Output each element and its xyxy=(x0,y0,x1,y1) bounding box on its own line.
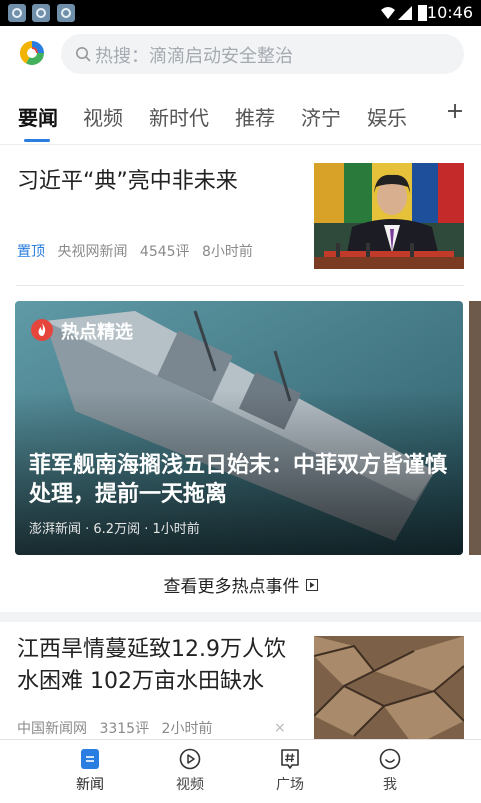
dismiss-news-button[interactable]: × xyxy=(274,720,286,736)
news-item[interactable]: 江西旱情蔓延致12.9万人饮水困难 102万亩水田缺水 中国新闻网 3315评 … xyxy=(0,622,481,739)
divider xyxy=(16,285,464,286)
nav-label: 广场 xyxy=(276,777,304,793)
comment-count: 4545评 xyxy=(139,244,190,260)
status-time: 10:46 xyxy=(426,3,473,22)
notification-app-icon xyxy=(8,4,26,22)
news-title[interactable]: 习近平“典”亮中非未来 xyxy=(17,163,238,195)
news-source: 央视网新闻 xyxy=(57,244,128,260)
nav-news[interactable]: 新闻 xyxy=(50,748,130,794)
section-separator xyxy=(0,612,481,622)
hot-news-card[interactable]: 热点精选 菲军舰南海搁浅五日始末：中菲双方皆谨慎处理，提前一天拖离 澎湃新闻 ·… xyxy=(15,301,463,555)
nav-label: 新闻 xyxy=(76,777,104,793)
app-logo-icon[interactable] xyxy=(18,39,46,67)
news-thumbnail[interactable] xyxy=(314,636,464,739)
search-bar[interactable]: 热搜：滴滴启动安全整治 xyxy=(61,34,464,74)
nav-plaza[interactable]: 广场 xyxy=(250,748,330,794)
news-item-top[interactable]: 习近平“典”亮中非未来 置顶 央视网新闻 4545评 8小时前 xyxy=(0,145,481,286)
more-hot-events-label: 查看更多热点事件 xyxy=(163,577,300,597)
category-tabs: 要闻 视频 新时代 推荐 济宁 娱乐 xyxy=(0,96,481,145)
flame-icon xyxy=(31,319,53,341)
hot-news-meta: 澎湃新闻 · 6.2万阅 · 1小时前 xyxy=(29,522,200,537)
hot-news-title[interactable]: 菲军舰南海搁浅五日始末：中菲双方皆谨慎处理，提前一天拖离 xyxy=(29,451,451,509)
bottom-nav: 新闻 视频 广场 我 xyxy=(0,739,481,803)
news-meta: 置顶 央视网新闻 4545评 8小时前 xyxy=(17,241,253,261)
tab-yaowen[interactable]: 要闻 xyxy=(18,102,58,131)
news-time: 2小时前 xyxy=(161,721,213,737)
hot-badge-label: 热点精选 xyxy=(61,322,133,343)
tab-entertainment[interactable]: 娱乐 xyxy=(367,102,407,131)
news-meta: 中国新闻网 3315评 2小时前 xyxy=(17,718,212,738)
arrow-right-icon xyxy=(305,578,318,591)
more-hot-events-link[interactable]: 查看更多热点事件 xyxy=(0,572,481,602)
news-title[interactable]: 江西旱情蔓延致12.9万人饮水困难 102万亩水田缺水 xyxy=(17,634,301,698)
news-thumbnail[interactable] xyxy=(314,163,464,269)
next-hot-card-peek[interactable] xyxy=(469,301,481,555)
nav-video[interactable]: 视频 xyxy=(150,748,230,794)
news-icon xyxy=(81,749,99,769)
active-tab-indicator xyxy=(24,139,50,142)
hash-icon xyxy=(281,749,299,769)
play-icon xyxy=(179,748,201,770)
tab-video[interactable]: 视频 xyxy=(83,102,123,131)
notification-app-icon xyxy=(32,4,50,22)
notification-app-icon xyxy=(57,4,75,22)
signal-icon xyxy=(398,6,412,20)
tab-recommend[interactable]: 推荐 xyxy=(235,102,275,131)
search-placeholder: 热搜：滴滴启动安全整治 xyxy=(95,46,293,67)
comment-count: 3315评 xyxy=(99,721,150,737)
nav-label: 视频 xyxy=(176,777,204,793)
search-icon xyxy=(76,47,91,62)
header: 热搜：滴滴启动安全整治 xyxy=(0,26,481,84)
status-bar: 10:46 xyxy=(0,0,481,26)
news-time: 8小时前 xyxy=(202,244,253,260)
nav-me[interactable]: 我 xyxy=(350,748,430,794)
news-source: 中国新闻网 xyxy=(17,721,87,737)
wifi-icon xyxy=(381,7,395,19)
tab-new-era[interactable]: 新时代 xyxy=(149,102,209,131)
add-tab-icon[interactable] xyxy=(446,102,464,120)
smiley-icon xyxy=(379,748,401,770)
pinned-label: 置顶 xyxy=(17,244,45,260)
tab-jining[interactable]: 济宁 xyxy=(301,102,341,131)
nav-label: 我 xyxy=(383,777,397,793)
battery-icon xyxy=(418,5,427,21)
